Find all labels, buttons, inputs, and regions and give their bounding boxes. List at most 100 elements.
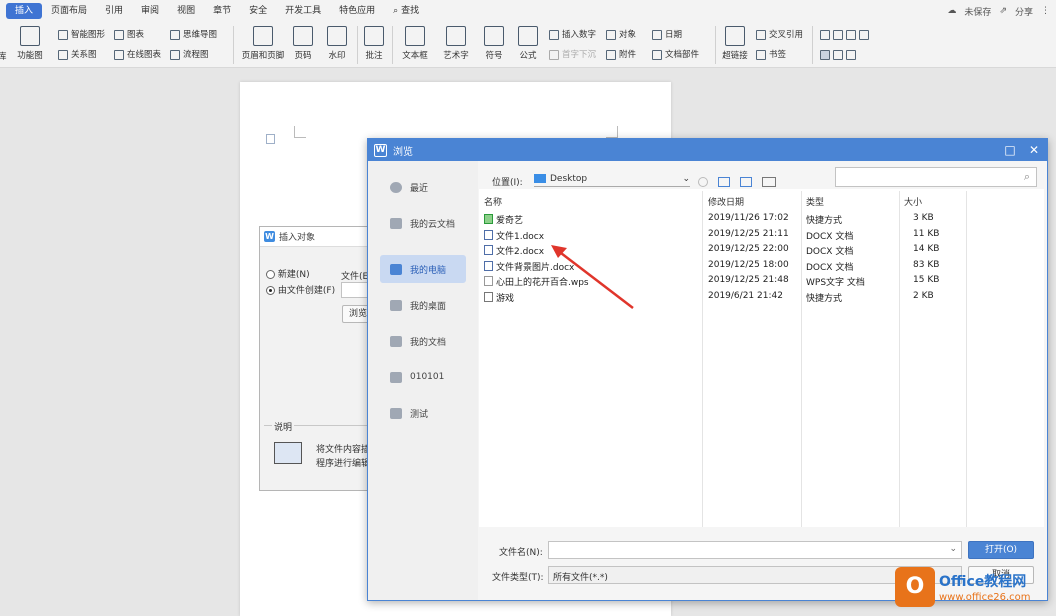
- file-name: 文件1.docx: [484, 229, 544, 242]
- mind-map-button[interactable]: 思维导图: [170, 28, 217, 42]
- flowchart-button[interactable]: 流程图: [170, 48, 209, 62]
- chart-button[interactable]: 图表: [114, 28, 144, 42]
- smart-graphic-button[interactable]: 智能图形: [58, 28, 105, 42]
- watermark-url: www.office26.com: [939, 592, 1031, 603]
- tab-view[interactable]: 视图: [168, 3, 204, 19]
- file-row[interactable]: 爱奇艺 2019/11/26 17:02 快捷方式 3 KB: [479, 211, 1044, 226]
- sidebar-item-cloud[interactable]: 我的云文档: [380, 209, 466, 237]
- ribbon-library-label: 库: [0, 52, 7, 62]
- function-chart-icon: [20, 26, 40, 46]
- tab-developer[interactable]: 开发工具: [276, 3, 330, 19]
- formula-button[interactable]: 公式: [512, 26, 544, 61]
- filename-input[interactable]: ⌄: [548, 541, 962, 559]
- date-button[interactable]: 日期: [652, 28, 682, 42]
- sidebar-item-test[interactable]: 测试: [380, 399, 466, 427]
- tab-security[interactable]: 安全: [240, 3, 276, 19]
- radio-new[interactable]: 新建(N): [266, 267, 310, 280]
- layout-e-icon: [820, 50, 830, 60]
- column-type[interactable]: 类型: [806, 195, 824, 208]
- column-size[interactable]: 大小: [904, 195, 922, 208]
- sidebar-item-label: 010101: [410, 372, 445, 382]
- paste-options-icon[interactable]: [266, 134, 275, 144]
- open-button[interactable]: 打开(O): [968, 541, 1034, 559]
- docx-icon: [484, 245, 493, 255]
- more-icon[interactable]: ⋮: [1041, 6, 1050, 16]
- radio-from-file[interactable]: 由文件创建(F): [266, 283, 335, 296]
- browse-sidebar: 最近 我的云文档 我的电脑 我的桌面 我的文档 010101 测试: [368, 161, 478, 600]
- textbox-button[interactable]: 文本框: [396, 26, 434, 61]
- search-button[interactable]: ⌕ 查找: [384, 3, 428, 19]
- cloud-icon: ☁: [947, 6, 957, 16]
- ribbon-function-chart-button[interactable]: 功能图: [8, 26, 52, 61]
- close-icon[interactable]: ✕: [1023, 139, 1045, 161]
- share-button[interactable]: 分享: [1015, 5, 1033, 18]
- view-mode-icon[interactable]: [762, 177, 776, 187]
- layout-f-icon: [833, 50, 843, 60]
- desktop-icon: [390, 299, 402, 311]
- watermark-button[interactable]: 水印: [320, 26, 354, 61]
- layout-icons-row1[interactable]: [820, 28, 869, 42]
- sidebar-item-my-computer[interactable]: 我的电脑: [380, 255, 466, 283]
- tab-review[interactable]: 审阅: [132, 3, 168, 19]
- header-footer-label: 页眉和页脚: [241, 51, 285, 61]
- embed-file-icon: [274, 442, 302, 464]
- up-folder-icon[interactable]: [718, 177, 730, 187]
- description-line1: 将文件内容插: [316, 445, 371, 455]
- insert-number-button[interactable]: 插入数字: [549, 28, 596, 42]
- object-button[interactable]: 对象: [606, 28, 636, 42]
- header-footer-button[interactable]: 页眉和页脚: [238, 26, 288, 61]
- ribbon-library-button[interactable]: 库: [0, 50, 7, 64]
- description-label: 说明: [272, 420, 295, 433]
- online-chart-button[interactable]: 在线图表: [114, 48, 161, 62]
- sidebar-item-documents[interactable]: 我的文档: [380, 327, 466, 355]
- flowchart-label: 流程图: [183, 50, 209, 60]
- file-size: 3 KB: [913, 213, 934, 223]
- unsaved-status[interactable]: 未保存: [964, 5, 991, 18]
- page-number-button[interactable]: 页码: [288, 26, 318, 61]
- wordart-button[interactable]: 艺术字: [436, 26, 476, 61]
- computer-icon: [390, 263, 402, 275]
- file-date: 2019/6/21 21:42: [708, 291, 783, 301]
- cross-reference-button[interactable]: 交叉引用: [756, 28, 803, 42]
- relation-chart-button[interactable]: 关系图: [58, 48, 97, 62]
- back-icon[interactable]: [698, 177, 708, 187]
- filename-label: 文件名(N):: [499, 548, 543, 558]
- hyperlink-button[interactable]: 超链接: [718, 26, 752, 61]
- tab-section[interactable]: 章节: [204, 3, 240, 19]
- attachment-icon: [606, 50, 616, 60]
- column-name[interactable]: 名称: [484, 195, 502, 208]
- insert-number-icon: [549, 30, 559, 40]
- sidebar-item-recent[interactable]: 最近: [380, 173, 466, 201]
- clock-icon: [390, 181, 402, 193]
- comment-button[interactable]: 批注: [360, 26, 388, 61]
- bookmark-button[interactable]: 书签: [756, 48, 786, 62]
- watermark-label: 水印: [328, 51, 346, 61]
- tab-page-layout[interactable]: 页面布局: [42, 3, 96, 19]
- attachment-label: 附件: [619, 50, 637, 60]
- sidebar-item-010101[interactable]: 010101: [380, 363, 466, 391]
- file-name: 爱奇艺: [484, 213, 523, 226]
- doc-parts-button[interactable]: 文档部件: [652, 48, 699, 62]
- new-folder-icon[interactable]: [740, 177, 752, 187]
- layout-d-icon: [859, 30, 869, 40]
- location-label: 位置(I):: [492, 178, 523, 188]
- radio-new-icon: [266, 270, 275, 279]
- search-input[interactable]: ⌕: [835, 167, 1037, 187]
- sidebar-item-label: 测试: [410, 409, 429, 420]
- tab-references[interactable]: 引用: [96, 3, 132, 19]
- layout-icons-row2[interactable]: [820, 48, 856, 62]
- tab-insert[interactable]: 插入: [6, 3, 43, 19]
- sidebar-item-label: 我的文档: [410, 337, 447, 348]
- file-date: 2019/12/25 22:00: [708, 244, 789, 254]
- symbol-button[interactable]: 符号: [478, 26, 510, 61]
- browse-titlebar: W 浏览: [368, 139, 1047, 161]
- column-date[interactable]: 修改日期: [708, 195, 744, 208]
- tab-special[interactable]: 特色应用: [330, 3, 384, 19]
- maximize-icon[interactable]: □: [999, 139, 1021, 161]
- location-select[interactable]: Desktop ⌄: [534, 171, 690, 187]
- attachment-button[interactable]: 附件: [606, 48, 636, 62]
- drop-cap-button[interactable]: 首字下沉: [549, 48, 596, 62]
- wps-logo-icon: W: [374, 143, 387, 157]
- sidebar-item-desktop[interactable]: 我的桌面: [380, 291, 466, 319]
- symbol-label: 符号: [485, 51, 503, 61]
